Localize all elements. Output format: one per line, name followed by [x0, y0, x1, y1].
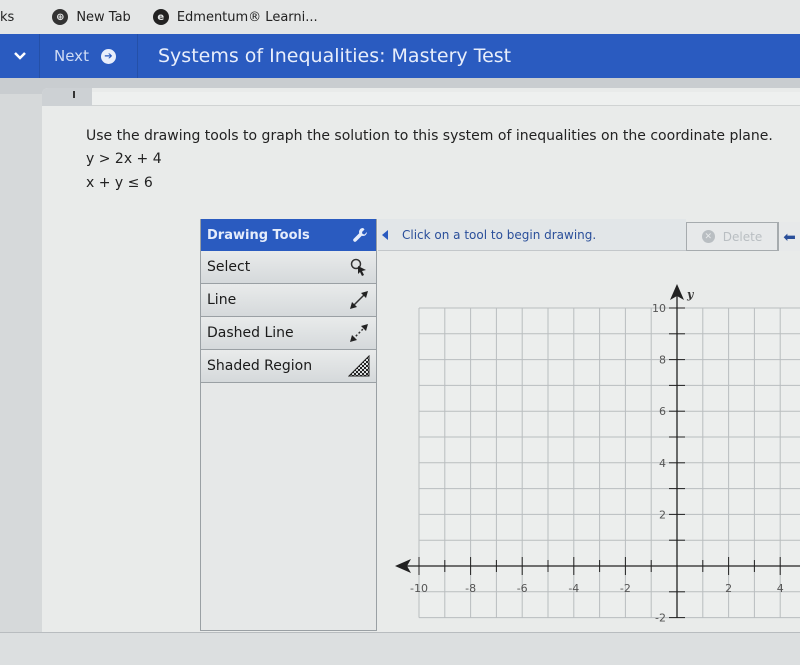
page-title: Systems of Inequalities: Mastery Test — [158, 45, 512, 67]
coordinate-plane[interactable]: -10 -8 -6 -4 -2 2 4 10 8 6 4 2 -2 y — [378, 252, 800, 632]
select-pointer-icon — [348, 256, 370, 278]
x-tick-label: -4 — [568, 582, 579, 595]
collapse-panel-icon[interactable] — [382, 229, 388, 240]
bookmark-item[interactable]: ks — [0, 10, 14, 25]
x-tick-label: -10 — [410, 582, 428, 595]
y-axis-label: y — [686, 288, 695, 301]
x-tick-label: -6 — [517, 582, 528, 595]
y-tick-label: 6 — [659, 405, 666, 418]
tool-select[interactable]: Select — [201, 251, 376, 284]
question-tab[interactable] — [42, 88, 92, 106]
y-tick-label: -2 — [655, 612, 666, 625]
y-tick-label: 10 — [652, 302, 666, 315]
x-tick-label: -2 — [620, 582, 631, 595]
page-footer — [0, 632, 800, 665]
grid-lines — [418, 307, 800, 619]
delete-label: Delete — [722, 229, 763, 244]
status-message: Click on a tool to begin drawing. — [402, 227, 597, 242]
tool-label: Shaded Region — [207, 358, 313, 374]
y-tick-label: 2 — [659, 508, 666, 521]
bookmark-edmentum[interactable]: e Edmentum® Learni... — [152, 9, 318, 25]
next-button[interactable]: Next ➔ — [40, 34, 138, 78]
question-prompt: Use the drawing tools to graph the solut… — [86, 128, 773, 144]
x-tick-label: 4 — [777, 582, 784, 595]
bookmarks-bar: ks ⊕ New Tab e Edmentum® Learni... — [0, 0, 800, 34]
globe-icon: ⊕ — [52, 9, 69, 25]
x-tick-label: -8 — [465, 582, 476, 595]
tool-status-bar: Click on a tool to begin drawing. — [378, 219, 686, 251]
edmentum-logo-icon: e — [152, 9, 169, 25]
inequality-2: x + y ≤ 6 — [86, 175, 153, 191]
y-tick-label: 4 — [659, 457, 666, 470]
tool-label: Select — [207, 259, 251, 275]
drawing-tools-panel: Drawing Tools Select Line Dashed Line Sh… — [200, 219, 377, 631]
shaded-region-icon — [348, 355, 370, 377]
x-tick-label: 2 — [725, 582, 732, 595]
delete-button[interactable]: ✕ Delete — [686, 222, 778, 251]
tool-dashed-line[interactable]: Dashed Line — [201, 317, 376, 350]
tool-line[interactable]: Line — [201, 284, 376, 317]
next-label: Next — [54, 47, 89, 65]
tool-label: Line — [207, 292, 237, 308]
inequality-1: y > 2x + 4 — [86, 151, 162, 167]
line-arrows-icon — [348, 289, 370, 311]
app-header: Next ➔ Systems of Inequalities: Mastery … — [0, 34, 800, 78]
drawing-tools-title: Drawing Tools — [207, 227, 310, 243]
delete-x-icon: ✕ — [701, 230, 715, 243]
arrow-right-circle-icon: ➔ — [100, 48, 116, 64]
wrench-icon — [353, 228, 367, 242]
bookmark-label: Edmentum® Learni... — [176, 9, 318, 25]
undo-button[interactable]: ⬅ — [778, 222, 800, 251]
tool-shaded-region[interactable]: Shaded Region — [201, 350, 376, 383]
undo-arrow-icon: ⬅ — [783, 227, 796, 246]
bookmark-label: ks — [0, 9, 15, 25]
menu-toggle-button[interactable] — [0, 34, 40, 78]
dashed-line-arrows-icon — [348, 322, 370, 344]
chevron-down-icon — [13, 52, 26, 60]
bookmark-new-tab[interactable]: ⊕ New Tab — [52, 9, 131, 25]
drawing-tools-header: Drawing Tools — [201, 219, 376, 251]
question-tab-strip — [92, 92, 800, 106]
bookmark-label: New Tab — [76, 9, 131, 25]
tool-label: Dashed Line — [207, 325, 294, 341]
y-tick-label: 8 — [659, 354, 666, 367]
